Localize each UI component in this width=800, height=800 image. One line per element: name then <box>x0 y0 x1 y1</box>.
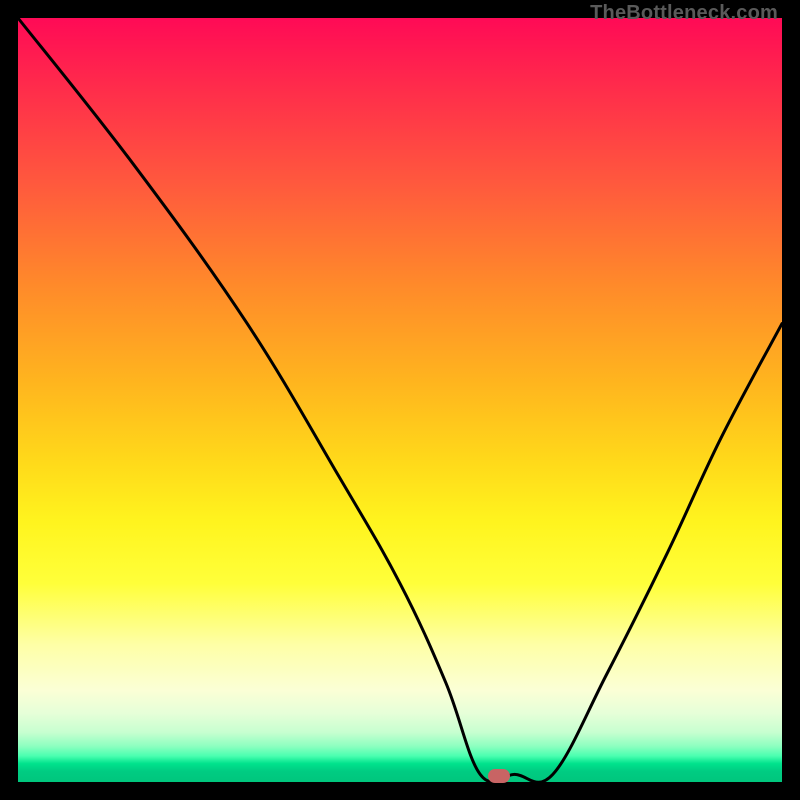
chart-canvas: TheBottleneck.com <box>0 0 800 800</box>
plot-area <box>18 18 782 782</box>
bottleneck-curve <box>18 18 782 782</box>
optimum-marker <box>488 769 510 783</box>
watermark-text: TheBottleneck.com <box>590 2 778 25</box>
